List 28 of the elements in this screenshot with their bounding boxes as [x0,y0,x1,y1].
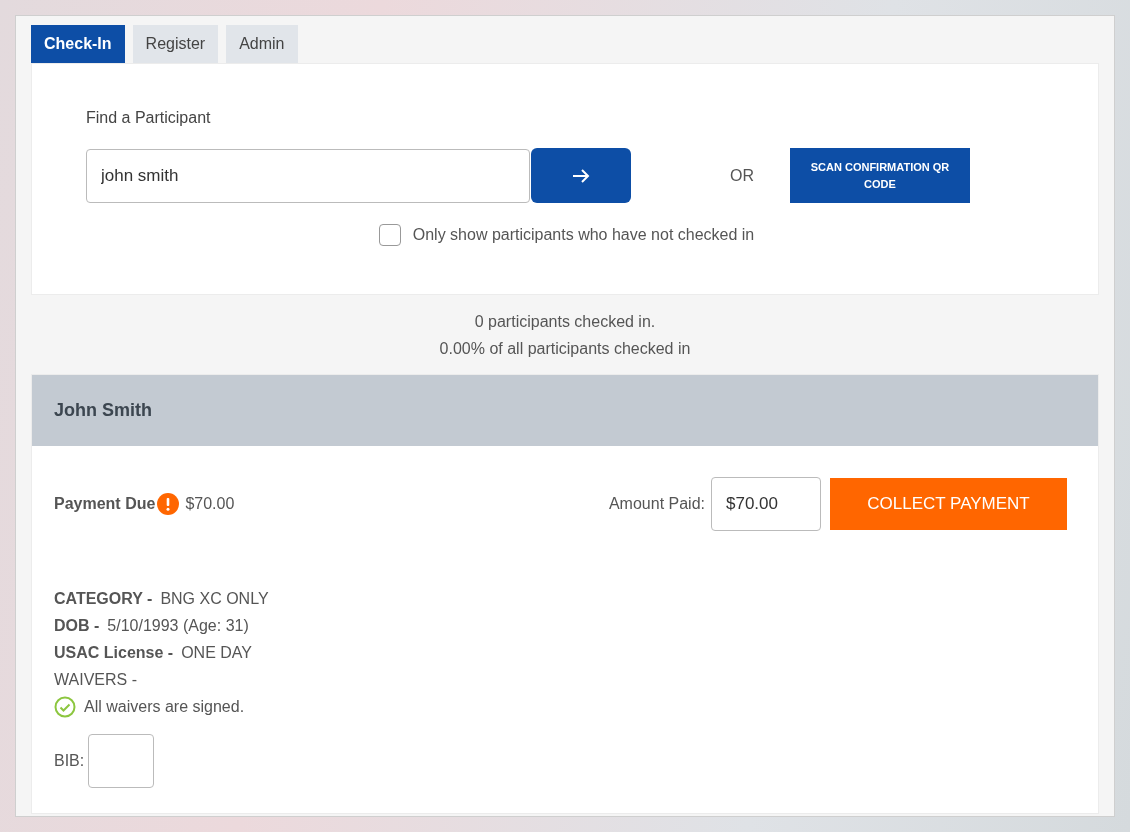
participant-header: John Smith [32,375,1098,446]
scan-qr-button[interactable]: SCAN CONFIRMATION QR CODE [790,148,970,203]
arrow-icon [572,168,590,185]
payment-amount: $70.00 [185,494,235,514]
detail-label: CATEGORY - [54,590,153,607]
bib-field[interactable] [88,734,155,788]
field-label: Find a Participant [86,108,212,128]
or-text: OR [730,165,754,186]
bib-label: BIB: [54,751,85,771]
stats-text: 0.00% of all participants checked in [439,340,691,357]
waiver-status: All waivers are signed. [84,697,245,717]
detail-value: 5/10/1993 (Age: 31) [107,617,249,634]
tab[interactable]: Register [132,25,219,63]
stats-text: 0 participants checked in. [474,313,656,330]
detail-label: USAC License - [54,644,174,661]
search-field[interactable]: john smith [86,148,530,203]
amount-paid-label: Amount Paid: [608,494,705,514]
detail-value: ONE DAY [181,644,252,661]
amount-paid-field[interactable]: $70.00 [711,477,821,531]
tab[interactable]: Check-In [31,25,125,63]
detail-value: BNG XC ONLY [160,590,269,607]
detail-label: DOB - [54,617,100,634]
detail-label: WAIVERS - [54,671,137,688]
checkbox-label: Only show participants who have not checked in [412,225,755,245]
tab[interactable]: Admin [226,25,298,63]
checkbox[interactable] [378,224,401,246]
search-button[interactable] [531,148,631,203]
payment-label: Payment Due [54,494,156,514]
